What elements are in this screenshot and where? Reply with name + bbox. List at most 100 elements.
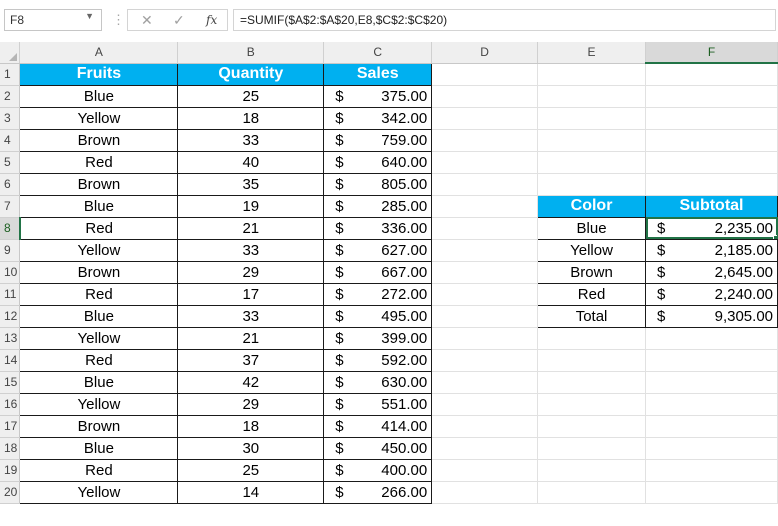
cell-quantity[interactable]: 14 [177, 480, 325, 504]
enter-icon[interactable]: ✓ [173, 12, 185, 29]
cell-fruit[interactable]: Red [19, 458, 179, 482]
cell-fruit[interactable]: Yellow [19, 326, 179, 350]
cell-quantity[interactable]: 30 [177, 436, 325, 460]
row-header-17[interactable]: 17 [0, 415, 21, 438]
row-header-16[interactable]: 16 [0, 393, 21, 416]
cell-fruit[interactable]: Blue [19, 194, 179, 218]
header-quantity[interactable]: Quantity [177, 62, 325, 86]
cell-empty[interactable] [431, 85, 539, 108]
cell-color[interactable]: Yellow [537, 238, 646, 262]
cell-quantity[interactable]: 40 [177, 150, 325, 174]
cell-fruit[interactable]: Red [19, 282, 179, 306]
cell-quantity[interactable]: 29 [177, 260, 325, 284]
cell-empty[interactable] [431, 481, 539, 504]
cell-sales[interactable]: $630.00 [323, 370, 433, 394]
cell-sales[interactable]: $399.00 [323, 326, 433, 350]
cell-empty[interactable] [537, 85, 646, 108]
cell-empty[interactable] [645, 129, 778, 152]
select-all-corner[interactable] [0, 42, 21, 64]
cell-empty[interactable] [645, 327, 778, 350]
cell-empty[interactable] [537, 415, 646, 438]
cell-quantity[interactable]: 21 [177, 326, 325, 350]
cell-empty[interactable] [537, 173, 646, 196]
cell-sales[interactable]: $266.00 [323, 480, 433, 504]
cell-subtotal[interactable]: $2,240.00 [645, 282, 778, 306]
cell-fruit[interactable]: Blue [19, 370, 179, 394]
cell-sales[interactable]: $450.00 [323, 436, 433, 460]
cell-empty[interactable] [645, 151, 778, 174]
cell-fruit[interactable]: Blue [19, 436, 179, 460]
cell-empty[interactable] [431, 239, 539, 262]
cell-sales[interactable]: $342.00 [323, 106, 433, 130]
cell-fruit[interactable]: Yellow [19, 238, 179, 262]
cell-fruit[interactable]: Red [19, 150, 179, 174]
cell-subtotal[interactable]: $9,305.00 [645, 304, 778, 328]
column-header-f[interactable]: F [645, 42, 778, 64]
cell-fruit[interactable]: Red [19, 216, 179, 240]
cell-sales[interactable]: $640.00 [323, 150, 433, 174]
row-header-19[interactable]: 19 [0, 459, 21, 482]
row-header-5[interactable]: 5 [0, 151, 21, 174]
cell-color[interactable]: Brown [537, 260, 646, 284]
cell-fruit[interactable]: Red [19, 348, 179, 372]
cell-fruit[interactable]: Brown [19, 128, 179, 152]
cell-empty[interactable] [645, 107, 778, 130]
cell-empty[interactable] [645, 481, 778, 504]
cell-fruit[interactable]: Yellow [19, 106, 179, 130]
cell-empty[interactable] [645, 173, 778, 196]
cell-empty[interactable] [537, 459, 646, 482]
cell-empty[interactable] [431, 349, 539, 372]
cell-quantity[interactable]: 42 [177, 370, 325, 394]
cell-quantity[interactable]: 33 [177, 238, 325, 262]
row-header-7[interactable]: 7 [0, 195, 21, 218]
cell-empty[interactable] [431, 393, 539, 416]
cell-quantity[interactable]: 17 [177, 282, 325, 306]
row-header-3[interactable]: 3 [0, 107, 21, 130]
insert-function-icon[interactable]: fx [206, 13, 217, 27]
cell-empty[interactable] [645, 415, 778, 438]
cell-quantity[interactable]: 21 [177, 216, 325, 240]
cell-sales[interactable]: $592.00 [323, 348, 433, 372]
chevron-down-icon[interactable]: ▼ [85, 11, 94, 21]
cell-empty[interactable] [537, 129, 646, 152]
cell-sales[interactable]: $759.00 [323, 128, 433, 152]
cell-quantity[interactable]: 25 [177, 84, 325, 108]
cell-empty[interactable] [537, 327, 646, 350]
cell-quantity[interactable]: 25 [177, 458, 325, 482]
cell-empty[interactable] [431, 459, 539, 482]
cell-sales[interactable]: $495.00 [323, 304, 433, 328]
cell-empty[interactable] [431, 129, 539, 152]
more-options-icon[interactable]: ⋮ [112, 12, 125, 28]
row-header-15[interactable]: 15 [0, 371, 21, 394]
cell-empty[interactable] [645, 371, 778, 394]
cell-sales[interactable]: $667.00 [323, 260, 433, 284]
cell-empty[interactable] [431, 173, 539, 196]
cell-sales[interactable]: $805.00 [323, 172, 433, 196]
cell-sales[interactable]: $627.00 [323, 238, 433, 262]
row-header-14[interactable]: 14 [0, 349, 21, 372]
cell-empty[interactable] [537, 151, 646, 174]
cell-quantity[interactable]: 18 [177, 414, 325, 438]
column-header-a[interactable]: A [19, 42, 179, 64]
cell-color[interactable]: Total [537, 304, 646, 328]
cell-empty[interactable] [431, 195, 539, 218]
cell-empty[interactable] [431, 327, 539, 350]
cell-empty[interactable] [645, 459, 778, 482]
cell-empty[interactable] [431, 437, 539, 460]
active-cell-f8[interactable]: $2,235.00 [645, 216, 778, 240]
cell-sales[interactable]: $400.00 [323, 458, 433, 482]
cell-sales[interactable]: $285.00 [323, 194, 433, 218]
cell-fruit[interactable]: Blue [19, 84, 179, 108]
cell-fruit[interactable]: Brown [19, 260, 179, 284]
cell-empty[interactable] [537, 437, 646, 460]
column-header-c[interactable]: C [323, 42, 433, 64]
header-color[interactable]: Color [537, 194, 646, 218]
cell-empty[interactable] [645, 437, 778, 460]
cell-empty[interactable] [431, 261, 539, 284]
row-header-9[interactable]: 9 [0, 239, 21, 262]
cell-quantity[interactable]: 19 [177, 194, 325, 218]
cell-empty[interactable] [431, 371, 539, 394]
cell-empty[interactable] [645, 349, 778, 372]
column-header-e[interactable]: E [537, 42, 646, 64]
cell-quantity[interactable]: 29 [177, 392, 325, 416]
